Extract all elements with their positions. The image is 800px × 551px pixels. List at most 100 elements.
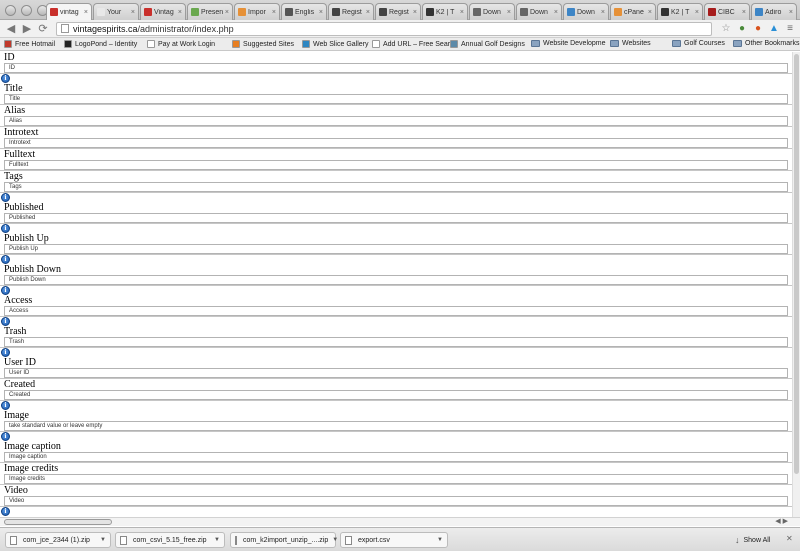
field-input[interactable]: Image credits <box>4 474 788 484</box>
browser-tab[interactable]: Presen × <box>187 3 233 20</box>
close-window-button[interactable] <box>5 5 16 16</box>
field-input[interactable]: take standard value or leave empty <box>4 421 788 431</box>
field-input[interactable]: Introtext <box>4 138 788 148</box>
field-input[interactable]: Access <box>4 306 788 316</box>
info-icon[interactable]: i <box>1 193 10 202</box>
info-icon[interactable]: i <box>1 317 10 326</box>
close-tab-icon[interactable]: × <box>789 9 793 16</box>
vertical-scroll-thumb[interactable] <box>794 54 799 474</box>
browser-tab[interactable]: Down × <box>563 3 609 20</box>
browser-tab[interactable]: Regist × <box>328 3 374 20</box>
field-input[interactable]: Alias <box>4 116 788 126</box>
close-tab-icon[interactable]: × <box>272 9 276 16</box>
star-bookmark-icon[interactable]: ☆ <box>720 23 732 35</box>
browser-tab[interactable]: K2 | T × <box>422 3 468 20</box>
address-bar[interactable]: vintagespirits.ca/administrator/index.ph… <box>56 21 712 36</box>
browser-tab[interactable]: Englis × <box>281 3 327 20</box>
bookmark-item[interactable]: LogoPond – Identity <box>64 40 137 48</box>
browser-tab[interactable]: K2 | T × <box>657 3 703 20</box>
browser-tab[interactable]: CIBC × <box>704 3 750 20</box>
close-tab-icon[interactable]: × <box>742 9 746 16</box>
browser-tab[interactable]: cPane × <box>610 3 656 20</box>
close-tab-icon[interactable]: × <box>413 9 417 16</box>
browser-tab[interactable]: Impor × <box>234 3 280 20</box>
browser-tab[interactable]: Down × <box>516 3 562 20</box>
chevron-down-icon[interactable]: ▼ <box>214 537 220 543</box>
close-tab-icon[interactable]: × <box>601 9 605 16</box>
tab-label: Regist <box>342 8 362 16</box>
browser-tab[interactable]: vintag × <box>46 3 92 20</box>
close-tab-icon[interactable]: × <box>319 9 323 16</box>
browser-tab[interactable]: Down × <box>469 3 515 20</box>
download-item[interactable]: com_k2import_unzip_....zip ▼ <box>230 532 338 548</box>
field-input[interactable]: Published <box>4 213 788 223</box>
close-tab-icon[interactable]: × <box>648 9 652 16</box>
bookmark-item[interactable]: Add URL – Free Sear <box>372 40 450 48</box>
info-icon[interactable]: i <box>1 401 10 410</box>
field-input[interactable]: Trash <box>4 337 788 347</box>
download-item[interactable]: com_jce_2344 (1).zip ▼ <box>5 532 111 548</box>
bookmark-item[interactable]: Annual Golf Designs <box>450 40 525 48</box>
browser-tab[interactable]: Adiro × <box>751 3 797 20</box>
field-input[interactable]: Image caption <box>4 452 788 462</box>
bookmark-item[interactable]: Suggested Sites <box>232 40 294 48</box>
field-input[interactable]: Title <box>4 94 788 104</box>
close-tab-icon[interactable]: × <box>178 9 182 16</box>
info-icon[interactable]: i <box>1 255 10 264</box>
close-tab-icon[interactable]: × <box>695 9 699 16</box>
bookmark-item[interactable]: Pay at Work Login <box>147 40 215 48</box>
field-input[interactable]: Video <box>4 496 788 506</box>
info-icon[interactable]: i <box>1 348 10 357</box>
download-item[interactable]: com_csvi_5.15_free.zip ▼ <box>115 532 225 548</box>
browser-tab[interactable]: Regist × <box>375 3 421 20</box>
browser-tab[interactable]: Vintag × <box>140 3 186 20</box>
chevron-down-icon[interactable]: ▼ <box>100 537 106 543</box>
bookmark-folder[interactable]: Website Developme <box>531 40 606 47</box>
close-tab-icon[interactable]: × <box>84 9 88 16</box>
extension-icon[interactable]: ● <box>752 23 764 35</box>
info-icon[interactable]: i <box>1 74 10 83</box>
reload-icon[interactable]: ⟳ <box>36 22 50 36</box>
horizontal-scroll-thumb[interactable] <box>4 519 112 525</box>
scroll-arrows-icon[interactable]: ◀ ▶ <box>775 518 788 526</box>
horizontal-scrollbar[interactable]: ◀ ▶ <box>0 517 800 526</box>
field-input[interactable]: Fulltext <box>4 160 788 170</box>
close-tab-icon[interactable]: × <box>554 9 558 16</box>
download-item[interactable]: export.csv ▼ <box>340 532 448 548</box>
close-tab-icon[interactable]: × <box>460 9 464 16</box>
field-input[interactable]: Publish Down <box>4 275 788 285</box>
bookmark-folder[interactable]: Other Bookmarks <box>733 40 799 47</box>
close-shelf-icon[interactable]: ✕ <box>786 534 793 543</box>
field-label: Publish Down <box>4 264 61 275</box>
field-input[interactable]: User ID <box>4 368 788 378</box>
browser-tab[interactable]: Your × <box>93 3 139 20</box>
extension-icon[interactable]: ▲ <box>768 23 780 35</box>
field-input[interactable]: Publish Up <box>4 244 788 254</box>
chevron-down-icon[interactable]: ▼ <box>332 537 338 543</box>
info-icon[interactable]: i <box>1 286 10 295</box>
info-icon[interactable]: i <box>1 507 10 516</box>
bookmark-item[interactable]: Web Slice Gallery <box>302 40 369 48</box>
extension-icon[interactable]: ● <box>736 23 748 35</box>
show-all-downloads-button[interactable]: ↓ Show All <box>735 532 770 548</box>
close-tab-icon[interactable]: × <box>366 9 370 16</box>
wrench-menu-icon[interactable]: ≡ <box>784 23 796 35</box>
info-icon[interactable]: i <box>1 224 10 233</box>
field-input[interactable]: ID <box>4 63 788 73</box>
bookmark-folder[interactable]: Websites <box>610 40 651 47</box>
info-icon[interactable]: i <box>1 432 10 441</box>
bookmark-item[interactable]: Free Hotmail <box>4 40 55 48</box>
forward-arrow-icon[interactable]: ▶ <box>20 22 34 36</box>
close-tab-icon[interactable]: × <box>225 9 229 16</box>
chevron-down-icon[interactable]: ▼ <box>437 537 443 543</box>
divider <box>0 400 792 401</box>
field-input[interactable]: Tags <box>4 182 788 192</box>
close-tab-icon[interactable]: × <box>507 9 511 16</box>
bookmark-folder[interactable]: Golf Courses <box>672 40 725 47</box>
field-input[interactable]: Created <box>4 390 788 400</box>
close-tab-icon[interactable]: × <box>131 9 135 16</box>
bookmark-favicon-icon <box>4 40 12 48</box>
vertical-scrollbar[interactable] <box>792 52 800 517</box>
back-arrow-icon[interactable]: ◀ <box>4 22 18 36</box>
minimize-window-button[interactable] <box>21 5 32 16</box>
